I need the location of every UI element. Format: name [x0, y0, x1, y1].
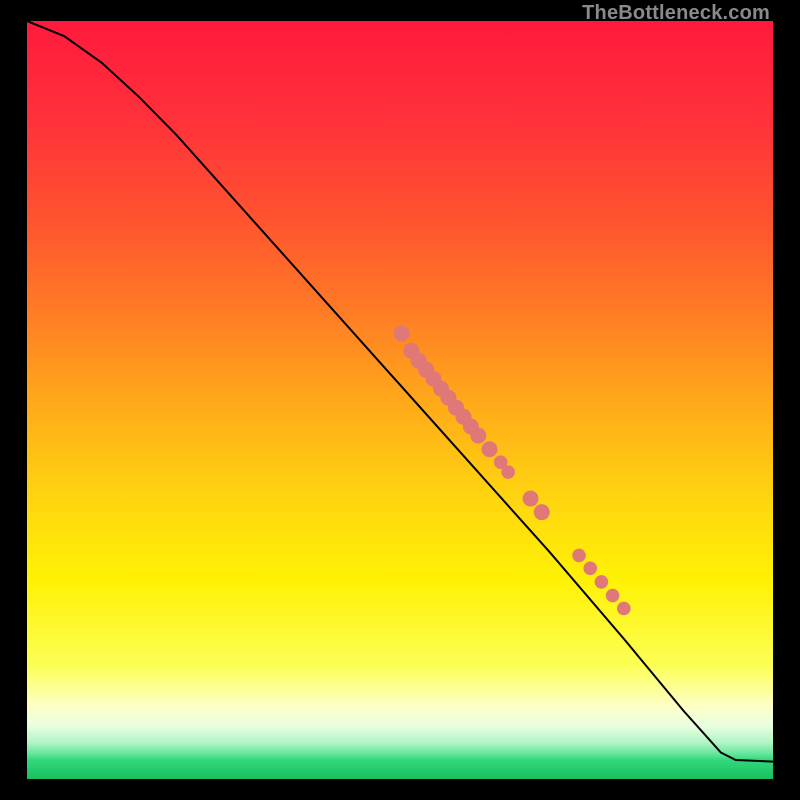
watermark-text: TheBottleneck.com	[582, 2, 770, 25]
chart-background-gradient	[27, 21, 773, 779]
chart-plot-area	[27, 21, 773, 779]
